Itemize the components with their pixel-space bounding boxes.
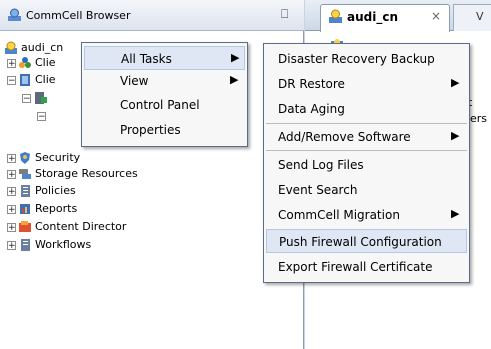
menu-item-event-search[interactable]: Event Search xyxy=(266,178,467,202)
expand-icon[interactable]: + xyxy=(7,169,16,179)
menu-item-label: DR Restore xyxy=(278,77,345,91)
expand-icon[interactable]: + xyxy=(7,58,16,68)
tree-item-storage-resources[interactable]: + Storage Resources xyxy=(7,165,138,182)
menu-item-commcell-migration[interactable]: CommCell Migration ▶ xyxy=(266,203,467,227)
menu-item-label: All Tasks xyxy=(121,52,172,66)
menu-item-dr-restore[interactable]: DR Restore ▶ xyxy=(266,72,467,96)
expand-icon[interactable]: + xyxy=(7,240,16,250)
menu-item-control-panel[interactable]: Control Panel xyxy=(84,93,245,117)
client-group-icon xyxy=(18,73,32,87)
context-menu: All Tasks ▶ View ▶ Control Panel Propert… xyxy=(81,42,248,147)
menu-item-label: Control Panel xyxy=(120,98,200,112)
expand-icon[interactable]: + xyxy=(7,186,16,196)
tree-item-label: Storage Resources xyxy=(35,167,138,180)
menu-item-label: View xyxy=(120,74,149,88)
menu-item-label: Send Log Files xyxy=(278,158,364,172)
tab-next-label: V xyxy=(476,10,484,23)
menu-item-label: Push Firewall Configuration xyxy=(279,235,442,249)
chevron-right-icon: ▶ xyxy=(451,129,460,142)
menu-item-label: Properties xyxy=(120,123,181,137)
menu-separator xyxy=(266,123,467,124)
tree-item-label: Clie xyxy=(35,73,56,86)
menu-item-add-remove-software[interactable]: Add/Remove Software ▶ xyxy=(266,125,467,149)
tree-item-label: Workflows xyxy=(35,238,92,251)
commcell-icon xyxy=(7,8,22,25)
pane-title: CommCell Browser xyxy=(26,9,131,22)
tab-label: audi_cn xyxy=(347,10,398,24)
chevron-right-icon: ▶ xyxy=(451,76,460,89)
tree-item-content-director[interactable]: + Content Director xyxy=(7,218,126,235)
tree-item-subclient[interactable]: − xyxy=(37,107,48,124)
tree-item-security[interactable]: + Security xyxy=(7,149,80,166)
menu-item-label: Data Aging xyxy=(278,102,345,116)
expand-icon[interactable]: + xyxy=(7,222,16,232)
collapse-icon[interactable]: − xyxy=(7,75,16,85)
collapse-icon[interactable]: − xyxy=(22,93,31,103)
policies-icon xyxy=(18,184,32,198)
pin-icon[interactable]: ⎕ xyxy=(281,7,288,22)
menu-item-all-tasks[interactable]: All Tasks ▶ xyxy=(84,46,245,70)
tree-item-policies[interactable]: + Policies xyxy=(7,182,76,199)
reports-icon xyxy=(18,202,32,216)
menu-separator xyxy=(266,150,467,151)
expand-icon[interactable]: + xyxy=(7,153,16,163)
commcell-icon xyxy=(4,41,18,55)
menu-item-label: Disaster Recovery Backup xyxy=(278,52,435,66)
close-icon[interactable]: × xyxy=(431,9,441,23)
chevron-right-icon: ▶ xyxy=(231,51,240,64)
tree-item-label: Content Director xyxy=(35,220,127,233)
menu-item-push-firewall-configuration[interactable]: Push Firewall Configuration xyxy=(266,229,467,253)
chevron-right-icon: ▶ xyxy=(230,73,239,86)
menu-item-export-firewall-certificate[interactable]: Export Firewall Certificate xyxy=(266,255,467,279)
tree-item-client-computers[interactable]: − Clie xyxy=(7,71,56,88)
menu-item-view[interactable]: View ▶ xyxy=(84,69,245,93)
tree-root-label: audi_cn xyxy=(21,41,64,54)
tree-item-label: Reports xyxy=(35,202,78,215)
menu-item-label: Export Firewall Certificate xyxy=(278,260,433,274)
right-pane-text: ers xyxy=(470,112,488,125)
tree-item-reports[interactable]: + Reports xyxy=(7,200,77,217)
tree-item-clients[interactable]: + Clie xyxy=(7,54,56,71)
all-tasks-submenu: Disaster Recovery Backup DR Restore ▶ Da… xyxy=(263,43,470,283)
menu-item-send-log-files[interactable]: Send Log Files xyxy=(266,153,467,177)
tree-item-client[interactable]: − xyxy=(22,89,50,106)
tree-item-workflows[interactable]: + Workflows xyxy=(7,236,91,253)
chevron-right-icon: ▶ xyxy=(451,207,460,220)
commcell-tab-icon xyxy=(328,9,343,27)
menu-item-disaster-recovery-backup[interactable]: Disaster Recovery Backup xyxy=(266,47,467,71)
tree-item-label: Security xyxy=(35,151,81,164)
content-director-icon xyxy=(18,220,32,234)
tree-item-label: Policies xyxy=(35,184,76,197)
expand-icon[interactable]: + xyxy=(7,204,16,214)
shield-icon xyxy=(18,151,32,165)
tab-next[interactable] xyxy=(453,4,491,31)
storage-icon xyxy=(18,167,32,181)
server-icon xyxy=(33,91,47,105)
menu-item-label: Event Search xyxy=(278,183,358,197)
collapse-icon[interactable]: − xyxy=(37,111,46,121)
menu-item-label: Add/Remove Software xyxy=(278,130,411,144)
menu-item-data-aging[interactable]: Data Aging xyxy=(266,97,467,121)
clients-icon xyxy=(18,56,32,70)
workflows-icon xyxy=(18,238,32,252)
menu-item-properties[interactable]: Properties xyxy=(84,118,245,142)
menu-item-label: CommCell Migration xyxy=(278,208,400,222)
tree-item-label: Clie xyxy=(35,56,56,69)
